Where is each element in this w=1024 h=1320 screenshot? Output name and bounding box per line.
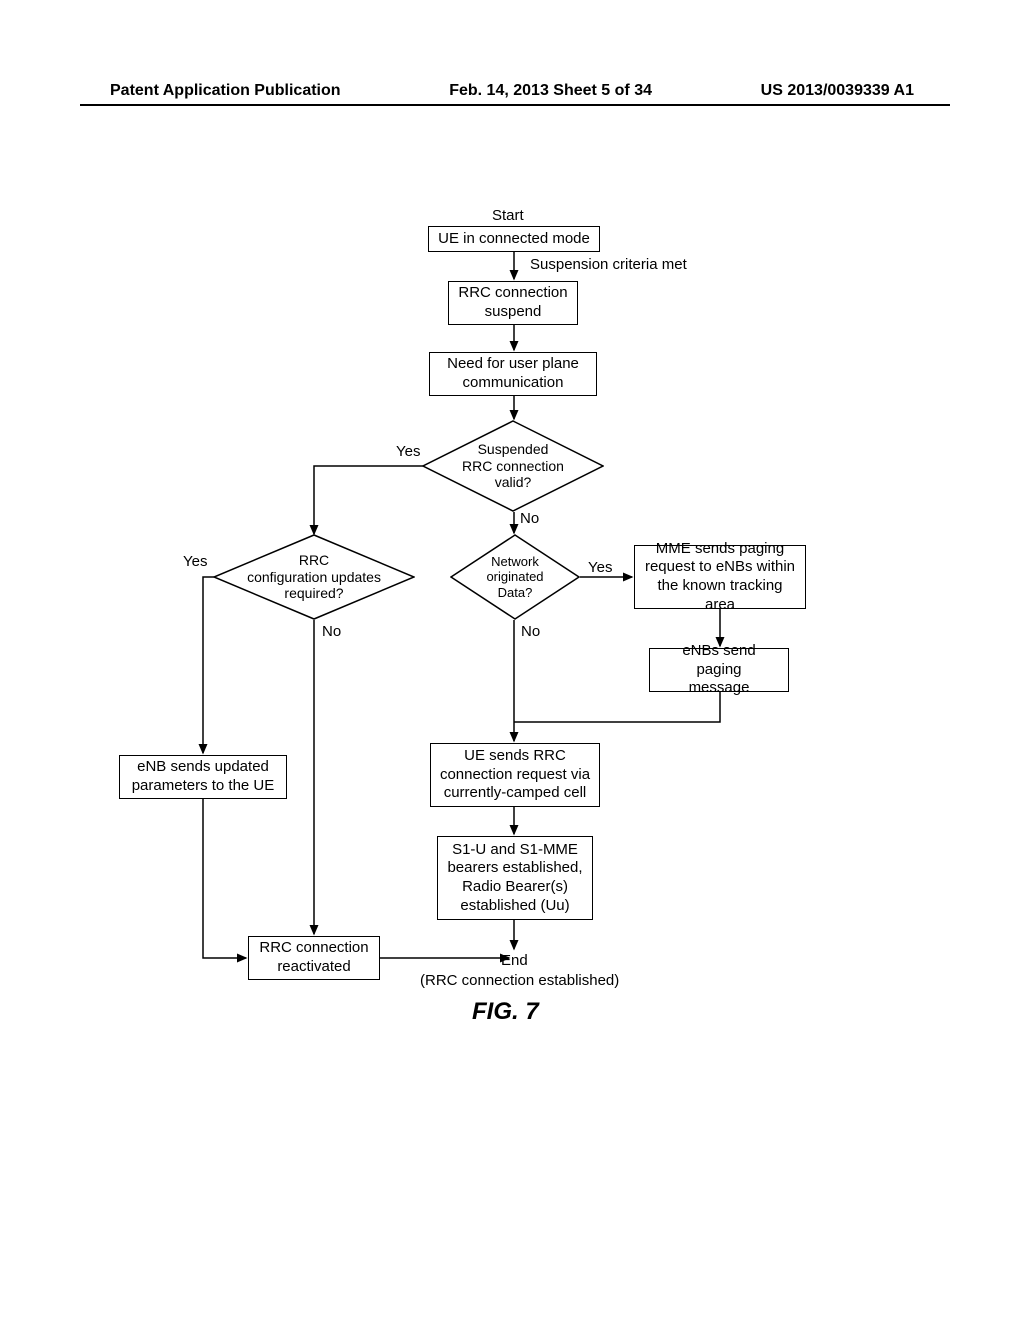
valid-no: No <box>520 510 539 527</box>
box-rrc-suspend: RRC connection suspend <box>448 281 578 325</box>
diamond-updates: RRC configuration updates required? <box>213 534 415 620</box>
box-enbs-paging: eNBs send paging message <box>649 648 789 692</box>
box-mme-paging: MME sends paging request to eNBs within … <box>634 545 806 609</box>
diamond-valid: Suspended RRC connection valid? <box>422 420 604 512</box>
box-s1-bearers: S1-U and S1-MME bearers established, Rad… <box>437 836 593 920</box>
box-reactivated: RRC connection reactivated <box>248 936 380 980</box>
updates-no: No <box>322 623 341 640</box>
end-sub: (RRC connection established) <box>420 972 619 989</box>
end-label: End <box>501 952 528 969</box>
box-enb-updated: eNB sends updated parameters to the UE <box>119 755 287 799</box>
box-need-userplane: Need for user plane communication <box>429 352 597 396</box>
diamond-network: Network originated Data? <box>450 534 580 620</box>
figure-label: FIG. 7 <box>472 998 539 1026</box>
network-no: No <box>521 623 540 640</box>
edge-suspension-label: Suspension criteria met <box>530 256 687 273</box>
valid-yes: Yes <box>396 443 420 460</box>
start-label: Start <box>492 207 524 224</box>
updates-yes: Yes <box>183 553 207 570</box>
box-ue-connected: UE in connected mode <box>428 226 600 252</box>
box-ue-sends-rrc: UE sends RRC connection request via curr… <box>430 743 600 807</box>
connector-lines <box>0 0 1024 1320</box>
network-yes: Yes <box>588 559 612 576</box>
